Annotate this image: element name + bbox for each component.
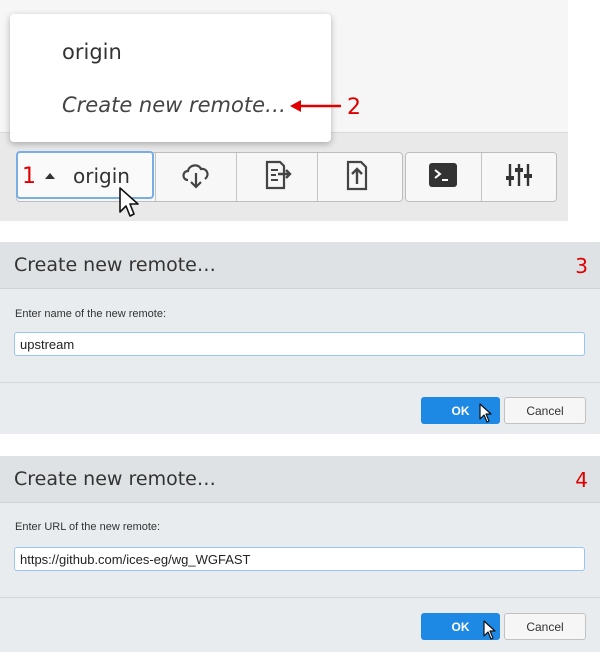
dialog-title: Create new remote…	[14, 254, 216, 276]
create-remote-url-dialog: Create new remote… 4 Enter URL of the ne…	[0, 456, 600, 652]
caret-up-icon	[45, 173, 55, 179]
git-toolbar-panel: origin origin Create new remote… 1 2	[0, 0, 568, 221]
menu-item-origin[interactable]: origin	[62, 40, 122, 64]
remote-button-label: origin	[73, 164, 130, 188]
terminal-icon	[428, 162, 458, 193]
pull-button[interactable]	[237, 153, 318, 201]
callout-step-1: 1	[22, 164, 36, 189]
cancel-button[interactable]: Cancel	[504, 613, 586, 640]
remote-name-input[interactable]	[14, 332, 585, 356]
dialog-header: Create new remote… 3	[0, 242, 600, 289]
dialog-title: Create new remote…	[14, 468, 216, 490]
cloud-download-icon	[179, 160, 213, 195]
dialog-footer-separator	[0, 382, 600, 383]
dialog-footer-separator	[0, 597, 600, 598]
callout-step-2: 2	[347, 95, 361, 120]
mouse-pointer-icon	[483, 620, 496, 640]
push-icon	[342, 158, 374, 197]
pull-icon	[260, 159, 294, 196]
mouse-pointer-icon	[479, 403, 492, 423]
fetch-button[interactable]	[156, 153, 237, 201]
terminal-button[interactable]	[406, 153, 482, 201]
remote-dropdown-menu: origin Create new remote…	[10, 14, 331, 142]
push-button[interactable]	[318, 153, 398, 201]
menu-item-create-new-remote[interactable]: Create new remote…	[62, 93, 286, 117]
callout-arrow-icon	[290, 100, 341, 112]
callout-step-4: 4	[575, 468, 588, 492]
remote-url-input[interactable]	[14, 547, 585, 571]
callout-step-3: 3	[575, 254, 588, 278]
settings-sliders-icon	[504, 161, 534, 194]
remote-url-label: Enter URL of the new remote:	[15, 521, 161, 533]
cancel-button[interactable]: Cancel	[504, 397, 586, 424]
settings-button[interactable]	[481, 153, 556, 201]
create-remote-name-dialog: Create new remote… 3 Enter name of the n…	[0, 242, 600, 434]
dialog-header: Create new remote… 4	[0, 456, 600, 503]
remote-name-label: Enter name of the new remote:	[15, 308, 167, 320]
mouse-pointer-icon	[119, 187, 139, 217]
tools-button-group	[405, 152, 557, 202]
